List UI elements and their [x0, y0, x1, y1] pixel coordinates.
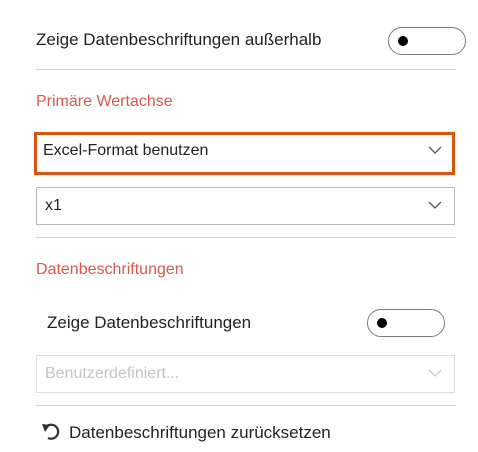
chevron-down-icon	[428, 369, 442, 377]
data-labels-title: Datenbeschriftungen	[36, 261, 184, 278]
custom-labels-value: Benutzerdefiniert...	[45, 365, 180, 382]
format-panel: Zeige Datenbeschriftungen außerhalb Prim…	[0, 0, 478, 452]
custom-labels-dropdown[interactable]: Benutzerdefiniert...	[36, 355, 455, 393]
show-data-labels-toggle[interactable]	[367, 309, 445, 337]
primary-axis-title: Primäre Wertachse	[36, 93, 173, 110]
chevron-down-icon	[428, 201, 442, 209]
toggle-knob	[398, 36, 408, 46]
number-format-dropdown[interactable]: Excel-Format benutzen	[34, 132, 455, 175]
divider	[36, 405, 456, 406]
display-unit-dropdown[interactable]: x1	[36, 187, 455, 225]
show-labels-outside-toggle[interactable]	[388, 27, 466, 55]
chevron-down-icon	[428, 146, 442, 154]
undo-icon[interactable]	[40, 421, 62, 443]
divider	[36, 69, 456, 70]
reset-data-labels-button[interactable]: Datenbeschriftungen zurücksetzen	[69, 423, 331, 443]
display-unit-value: x1	[45, 197, 62, 214]
show-labels-outside-label: Zeige Datenbeschriftungen außerhalb	[36, 30, 322, 49]
show-data-labels-label: Zeige Datenbeschriftungen	[47, 313, 252, 332]
number-format-value: Excel-Format benutzen	[43, 142, 209, 159]
toggle-knob	[377, 318, 387, 328]
divider	[36, 237, 456, 238]
